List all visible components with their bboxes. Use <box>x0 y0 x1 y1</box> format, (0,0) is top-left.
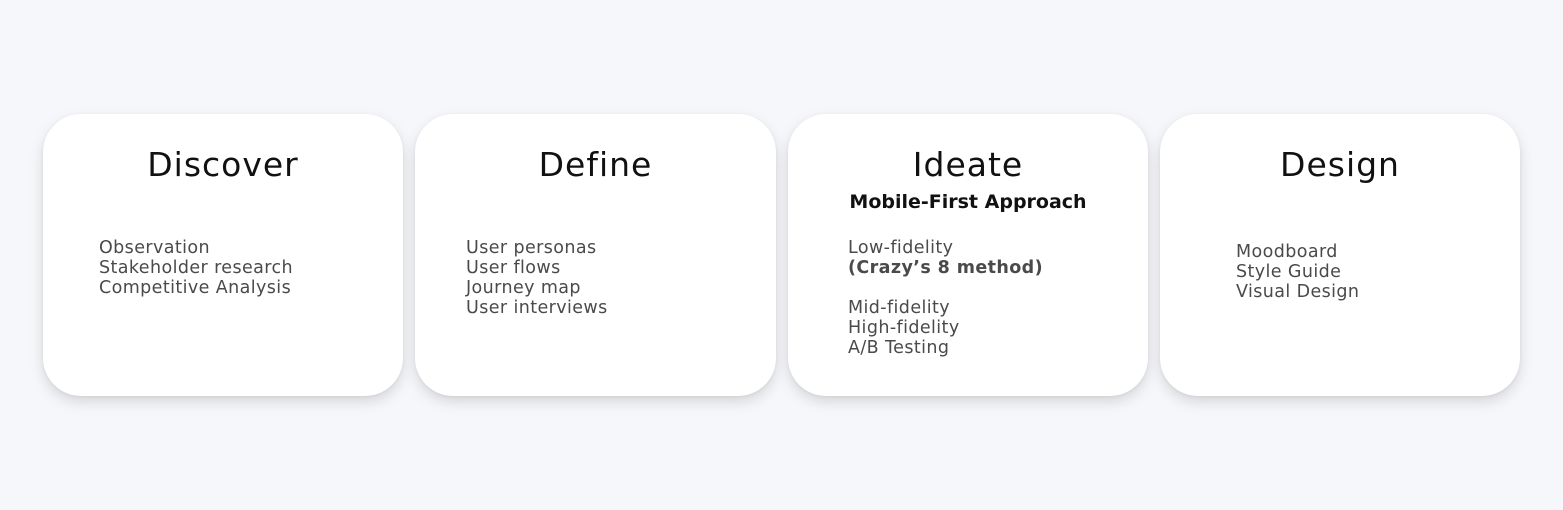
stage-item: Mid-fidelity <box>848 298 951 318</box>
stage-subtitle: Mobile-First Approach <box>849 191 1087 213</box>
stage-item: Observation <box>99 238 210 258</box>
stage-item-spacer <box>848 278 1043 298</box>
stage-title: Ideate <box>912 145 1024 184</box>
stage-item: User interviews <box>466 298 608 318</box>
stage-item-list: Observation Stakeholder research Competi… <box>99 238 293 298</box>
stage-item: High-fidelity <box>848 318 960 338</box>
stage-item-note: (Crazy’s 8 method) <box>848 258 1043 278</box>
stage-item: User flows <box>466 258 561 278</box>
stage-item: Visual Design <box>1236 282 1360 302</box>
stage-card-ideate: Ideate Mobile-First Approach Low-fidelit… <box>788 114 1148 396</box>
stage-item-list: Low-fidelity (Crazy’s 8 method) Mid-fide… <box>848 238 1043 358</box>
stage-item: Style Guide <box>1236 262 1342 282</box>
stage-item: Low-fidelity <box>848 238 954 258</box>
stage-item-list: User personas User flows Journey map Use… <box>466 238 608 318</box>
stage-card-define: Define User personas User flows Journey … <box>415 114 776 396</box>
stage-item: Moodboard <box>1236 242 1338 262</box>
stage-title: Discover <box>147 145 299 184</box>
stage-card-discover: Discover Observation Stakeholder researc… <box>43 114 403 396</box>
stage-item: Journey map <box>466 278 581 298</box>
stage-item: A/B Testing <box>848 338 950 358</box>
stage-item: Competitive Analysis <box>99 278 292 298</box>
stage-item-list: Moodboard Style Guide Visual Design <box>1236 242 1359 302</box>
stage-card-design: Design Moodboard Style Guide Visual Desi… <box>1160 114 1520 396</box>
stage-item: Stakeholder research <box>99 258 293 278</box>
stage-title: Design <box>1280 145 1400 184</box>
stage-title: Define <box>538 145 653 184</box>
stage-item: User personas <box>466 238 597 258</box>
